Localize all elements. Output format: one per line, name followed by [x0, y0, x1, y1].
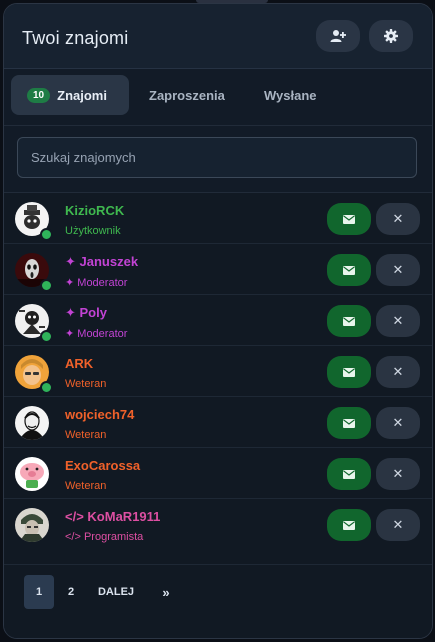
tab-bar: 10 Znajomi Zaproszenia Wysłane: [4, 69, 432, 126]
message-button[interactable]: [327, 305, 371, 337]
friend-name-text: Poly: [79, 305, 107, 320]
friend-name-text: ExoCarossa: [65, 458, 141, 473]
friend-name-text: Januszek: [79, 254, 139, 269]
friend-name-prefix: </>: [65, 509, 88, 524]
tab-friends[interactable]: 10 Znajomi: [11, 75, 129, 115]
friend-role: ✦ Moderator: [65, 276, 127, 289]
online-indicator: [40, 228, 53, 241]
last-page-button[interactable]: »: [154, 575, 178, 609]
message-button[interactable]: [327, 356, 371, 388]
friend-role-text: Moderator: [77, 328, 128, 340]
friend-name[interactable]: KizioRCK: [65, 203, 124, 218]
friend-role-prefix: </>: [65, 531, 84, 543]
tab-invitations[interactable]: Zaproszenia: [149, 75, 225, 115]
friend-name-text: KoMaR1911: [87, 509, 161, 524]
online-indicator: [40, 330, 53, 343]
gear-icon: [384, 29, 398, 43]
friends-count-badge: 10: [27, 87, 51, 103]
friend-name-text: KizioRCK: [65, 203, 125, 218]
search-input[interactable]: [17, 137, 417, 178]
envelope-icon: [343, 316, 355, 326]
envelope-icon: [343, 418, 355, 428]
avatar[interactable]: [15, 457, 49, 491]
envelope-icon: [343, 367, 355, 377]
tab-sent-label: Wysłane: [264, 87, 317, 103]
online-indicator: [40, 381, 53, 394]
friend-role: Weteran: [65, 480, 106, 492]
remove-friend-button[interactable]: ✕: [376, 203, 420, 235]
friend-row: ✦ Januszek ✦ Moderator ✕: [4, 244, 432, 295]
friend-row: </> KoMaR1911 </> Programista ✕: [4, 499, 432, 549]
remove-friend-button[interactable]: ✕: [376, 305, 420, 337]
envelope-icon: [343, 265, 355, 275]
friend-row: wojciech74 Weteran ✕: [4, 397, 432, 448]
message-button[interactable]: [327, 203, 371, 235]
friend-role-prefix: ✦: [65, 277, 78, 289]
friend-row: KizioRCK Użytkownik ✕: [4, 193, 432, 244]
message-button[interactable]: [327, 509, 371, 541]
friend-role-text: Użytkownik: [65, 225, 121, 237]
user-plus-icon: [330, 30, 346, 42]
envelope-icon: [343, 469, 355, 479]
panel-title: Twoi znajomi: [22, 28, 129, 48]
tab-friends-label: Znajomi: [57, 87, 107, 103]
message-button[interactable]: [327, 254, 371, 286]
next-page-button[interactable]: DALEJ: [96, 575, 136, 609]
friend-role-text: Weteran: [65, 480, 107, 492]
page-2-button[interactable]: 2: [59, 575, 83, 609]
friend-name[interactable]: wojciech74: [65, 407, 134, 422]
message-button[interactable]: [327, 407, 371, 439]
avatar[interactable]: [15, 406, 49, 440]
friend-role-text: Weteran: [65, 378, 107, 390]
tab-sent[interactable]: Wysłane: [264, 75, 317, 115]
remove-friend-button[interactable]: ✕: [376, 356, 420, 388]
friend-row: ExoCarossa Weteran ✕: [4, 448, 432, 499]
pagination: 1 2 DALEJ »: [4, 564, 432, 638]
friend-role: Weteran: [65, 429, 106, 441]
settings-button[interactable]: [369, 20, 413, 52]
friend-role-text: Programista: [83, 531, 144, 543]
friend-name[interactable]: ExoCarossa: [65, 458, 140, 473]
avatar[interactable]: [15, 508, 49, 542]
page-1-button[interactable]: 1: [24, 575, 54, 609]
friend-name-prefix: ✦: [65, 254, 80, 269]
friend-name-text: ARK: [65, 356, 94, 371]
friends-panel: Twoi znajomi 10 Znajomi Zaproszenia Wysł…: [3, 3, 433, 639]
friend-role-prefix: ✦: [65, 328, 78, 340]
friend-name[interactable]: ARK: [65, 356, 93, 371]
message-button[interactable]: [327, 458, 371, 490]
panel-header: Twoi znajomi: [4, 4, 432, 69]
friend-name[interactable]: ✦ Januszek: [65, 254, 138, 270]
envelope-icon: [343, 520, 355, 530]
friend-name-text: wojciech74: [65, 407, 135, 422]
friend-row: ARK Weteran ✕: [4, 346, 432, 397]
search-section: [4, 126, 432, 193]
remove-friend-button[interactable]: ✕: [376, 458, 420, 490]
friend-role-text: Weteran: [65, 429, 107, 441]
friend-row: ✦ Poly ✦ Moderator ✕: [4, 295, 432, 346]
friend-name[interactable]: </> KoMaR1911: [65, 509, 160, 524]
envelope-icon: [343, 214, 355, 224]
online-indicator: [40, 279, 53, 292]
friend-role: </> Programista: [65, 531, 143, 543]
remove-friend-button[interactable]: ✕: [376, 254, 420, 286]
remove-friend-button[interactable]: ✕: [376, 509, 420, 541]
add-friend-button[interactable]: [316, 20, 360, 52]
friend-name-prefix: ✦: [65, 305, 80, 320]
friend-role: Weteran: [65, 378, 106, 390]
friend-name[interactable]: ✦ Poly: [65, 305, 107, 321]
friend-role: ✦ Moderator: [65, 327, 127, 340]
tab-invitations-label: Zaproszenia: [149, 87, 225, 103]
friend-role: Użytkownik: [65, 225, 121, 237]
remove-friend-button[interactable]: ✕: [376, 407, 420, 439]
friends-list: KizioRCK Użytkownik ✕ ✦ Januszek ✦ Moder…: [4, 193, 432, 549]
friend-role-text: Moderator: [77, 277, 128, 289]
